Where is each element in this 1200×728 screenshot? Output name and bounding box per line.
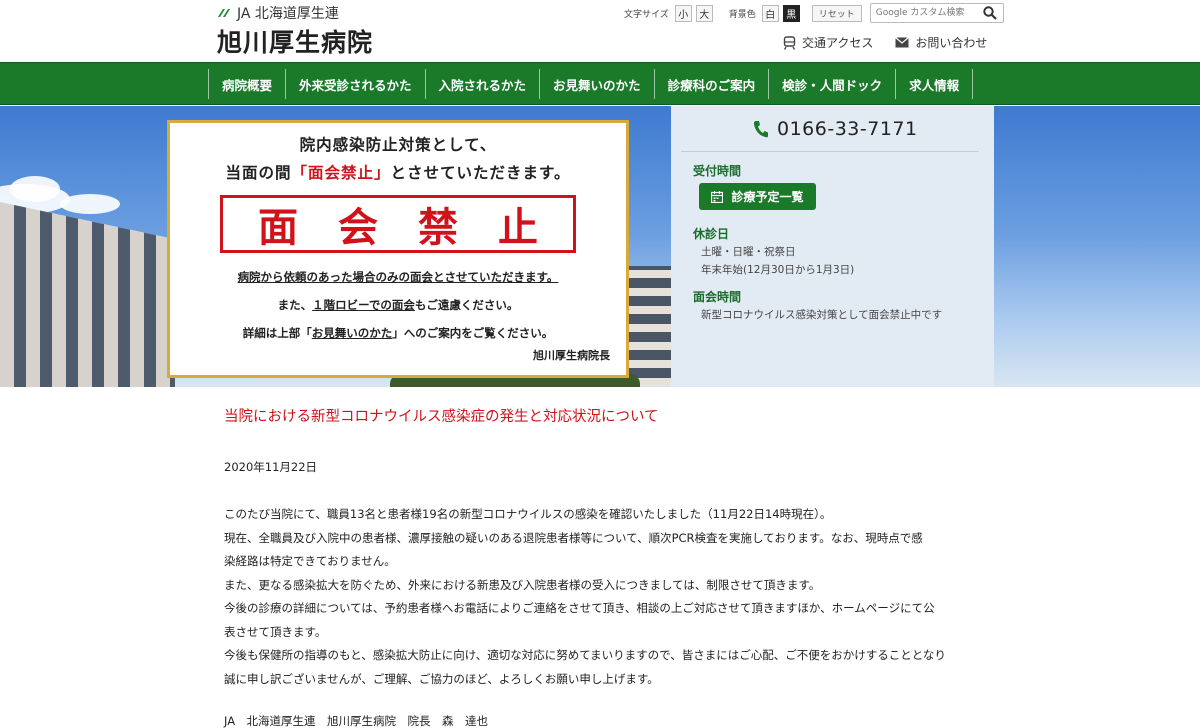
calendar-icon bbox=[711, 190, 724, 203]
article-paragraph: また、更なる感染拡大を防ぐため、外来における新患及び入院患者様の受入につきまして… bbox=[224, 577, 821, 592]
nav-item-careers[interactable]: 求人情報 bbox=[895, 69, 974, 99]
article-paragraph: 今後も保健所の指導のもと、感染拡大防止に向け、適切な対応に努めてまいりますので、… bbox=[224, 648, 946, 662]
hospital-building-image bbox=[628, 266, 672, 386]
notice-line-4: また、１階ロビーでの面会もご遠慮ください。 bbox=[277, 298, 519, 312]
org-name: JA 北海道厚生連 bbox=[237, 6, 339, 22]
notice-line-2: 当面の間「面会禁止」とさせていただきます。 bbox=[225, 164, 571, 182]
holidays-text-2: 年末年始(12月30日から1月3日) bbox=[701, 264, 855, 276]
nav-item-outpatient[interactable]: 外来受診されるかた bbox=[285, 69, 425, 99]
hospital-building-image bbox=[0, 202, 175, 387]
article-paragraph: 染経路は特定できておりません。 bbox=[224, 554, 396, 568]
site-logo[interactable]: JA 北海道厚生連 旭川厚生病院 bbox=[217, 5, 373, 59]
nav-item-about[interactable]: 病院概要 bbox=[208, 69, 285, 99]
article-signature: JA 北海道厚生連 旭川厚生病院 院長 森 達也 bbox=[224, 714, 489, 728]
schedule-list-button[interactable]: 診療予定一覧 bbox=[699, 183, 816, 210]
nav-item-checkup[interactable]: 検診・人間ドック bbox=[768, 69, 895, 99]
article-paragraph: 誠に申し訳ございませんが、ご理解、ご協力のほど、よろしくお願い申し上げます。 bbox=[224, 671, 659, 686]
cloud-decoration bbox=[10, 176, 60, 202]
cloud-decoration bbox=[60, 194, 120, 214]
mail-icon bbox=[895, 37, 910, 48]
reset-button[interactable]: リセット bbox=[811, 4, 862, 22]
article-paragraph: 現在、全職員及び入院中の患者様、濃厚接触の疑いのある退院患者様等について、順次P… bbox=[224, 530, 923, 545]
phone-number[interactable]: 0166-33-7171 bbox=[753, 118, 918, 140]
article-paragraph: 今後の診療の詳細については、予約患者様へお電話によりご連絡をさせて頂き、相談の上… bbox=[224, 601, 935, 615]
nav-item-visitors[interactable]: お見舞いのかた bbox=[539, 69, 654, 99]
divider bbox=[681, 151, 979, 152]
reception-hours-heading: 受付時間 bbox=[693, 164, 742, 178]
article-title: 当院における新型コロナウイルス感染症の発生と対応状況について bbox=[224, 409, 659, 425]
visitation-ban-stamp: 面会禁止 bbox=[220, 195, 576, 253]
visitation-ban-notice: 院内感染防止対策として、 当面の間「面会禁止」とさせていただきます。 面会禁止 … bbox=[167, 120, 629, 378]
notice-highlight: 「面会禁止」 bbox=[291, 164, 391, 182]
bg-color-label: 背景色 bbox=[728, 9, 756, 20]
hero-section: 院内感染防止対策として、 当面の間「面会禁止」とさせていただきます。 面会禁止 … bbox=[0, 106, 1200, 387]
hospital-name: 旭川厚生病院 bbox=[217, 28, 374, 57]
notice-signature: 旭川厚生病院長 bbox=[533, 349, 610, 362]
phone-icon bbox=[753, 121, 768, 138]
notice-line-5: 詳細は上部「お見舞いのかた」へのご案内をご覧ください。 bbox=[242, 326, 554, 340]
font-size-label: 文字サイズ bbox=[624, 9, 669, 20]
access-link-label: 交通アクセス bbox=[802, 36, 874, 50]
header-links: 交通アクセス お問い合わせ bbox=[783, 34, 987, 51]
article-date: 2020年11月22日 bbox=[224, 460, 318, 474]
site-header: JA 北海道厚生連 旭川厚生病院 文字サイズ 小 大 背景色 白 黒 リセット … bbox=[0, 0, 1200, 62]
bg-white-button[interactable]: 白 bbox=[761, 4, 779, 22]
accessibility-tools: 文字サイズ 小 大 背景色 白 黒 リセット bbox=[624, 3, 1004, 23]
covid-announcement: 当院における新型コロナウイルス感染症の発生と対応状況について 2020年11月2… bbox=[224, 405, 984, 728]
contact-link[interactable]: お問い合わせ bbox=[895, 34, 987, 51]
nav-item-departments[interactable]: 診療科のご案内 bbox=[653, 69, 769, 99]
notice-line-3: 病院から依頼のあった場合のみの面会とさせていただきます。 bbox=[237, 270, 559, 284]
bg-black-button[interactable]: 黒 bbox=[782, 4, 800, 22]
article-paragraph: 表させて頂きます。 bbox=[224, 624, 327, 639]
global-nav: 病院概要 外来受診されるかた 入院されるかた お見舞いのかた 診療科のご案内 検… bbox=[0, 62, 1200, 105]
ja-leaf-icon bbox=[218, 9, 230, 17]
article-paragraph: このたび当院にて、職員13名と患者様19名の新型コロナウイルスの感染を確認いたし… bbox=[224, 507, 832, 521]
search-icon[interactable] bbox=[979, 4, 1001, 22]
access-link[interactable]: 交通アクセス bbox=[783, 34, 873, 51]
search-input[interactable] bbox=[870, 5, 979, 21]
font-small-button[interactable]: 小 bbox=[674, 4, 692, 22]
visiting-hours-text: 新型コロナウイルス感染対策として面会禁止中です bbox=[701, 309, 943, 321]
holidays-heading: 休診日 bbox=[693, 227, 730, 241]
holidays-text-1: 土曜・日曜・祝祭日 bbox=[701, 246, 796, 258]
notice-line-1: 院内感染防止対策として、 bbox=[299, 136, 497, 154]
visiting-hours-heading: 面会時間 bbox=[693, 290, 742, 304]
nav-item-inpatient[interactable]: 入院されるかた bbox=[424, 69, 540, 99]
search-box bbox=[869, 3, 1004, 23]
font-large-button[interactable]: 大 bbox=[695, 4, 713, 22]
contact-link-label: お問い合わせ bbox=[915, 36, 988, 50]
article-body: このたび当院にて、職員13名と患者様19名の新型コロナウイルスの感染を確認いたし… bbox=[224, 503, 984, 691]
train-icon bbox=[783, 35, 796, 50]
hospital-info-panel: 0166-33-7171 受付時間 診療予定一覧 休診日 土曜・日曜・祝祭日 年… bbox=[671, 106, 994, 387]
